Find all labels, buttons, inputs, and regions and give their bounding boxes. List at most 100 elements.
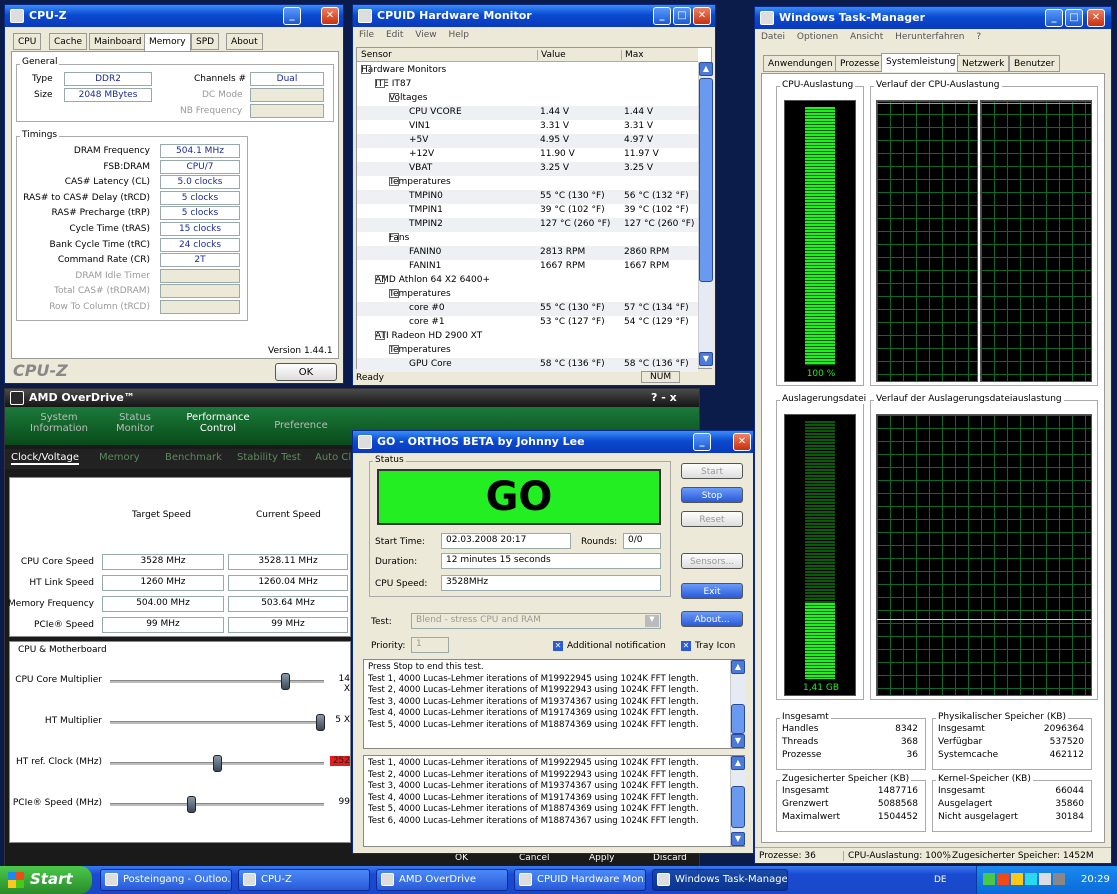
minimize-icon[interactable]: _: [1045, 9, 1063, 27]
col-max[interactable]: Max: [621, 50, 644, 60]
close-icon[interactable]: ✕: [733, 433, 751, 451]
scroll-up-icon[interactable]: ▲: [731, 756, 745, 770]
sensor-row[interactable]: AMD Athlon 64 X2 6400+: [357, 274, 698, 288]
slider-handle[interactable]: [187, 796, 196, 813]
sensor-row[interactable]: TMPIN2 127 °C (260 °F) 127 °C (260 °F): [357, 218, 698, 232]
taskmgr-titlebar[interactable]: Windows Task-Manager _ □ ✕: [755, 7, 1111, 29]
tray-icon[interactable]: [1039, 873, 1051, 885]
stop-button[interactable]: Stop: [681, 487, 743, 503]
taskbar-item-overdrive[interactable]: AMD OverDrive: [376, 869, 508, 891]
tab-systemleistung[interactable]: Systemleistung: [881, 53, 961, 72]
slider-track[interactable]: [110, 755, 324, 772]
hwmon-titlebar[interactable]: CPUID Hardware Monitor _ □ ✕: [353, 5, 715, 27]
cpuz-titlebar[interactable]: CPU-Z _ ✕: [5, 5, 343, 27]
col-value[interactable]: Value: [537, 50, 566, 60]
sensors-button[interactable]: Sensors...: [681, 553, 743, 569]
sensor-row[interactable]: +12V 11.90 V 11.97 V: [357, 148, 698, 162]
tray-icon[interactable]: [1011, 873, 1023, 885]
tab-system-information[interactable]: System Information: [19, 412, 99, 434]
sensor-row[interactable]: Temperatures: [357, 176, 698, 190]
sensor-row[interactable]: ATI Radeon HD 2900 XT: [357, 330, 698, 344]
sensor-row[interactable]: CPU VCORE 1.44 V 1.44 V: [357, 106, 698, 120]
sensor-row[interactable]: +5V 4.95 V 4.97 V: [357, 134, 698, 148]
tab-about[interactable]: About: [226, 33, 263, 50]
orthos-titlebar[interactable]: GO - ORTHOS BETA by Johnny Lee _ ✕: [353, 431, 753, 453]
col-sensor[interactable]: Sensor: [361, 50, 392, 60]
close-icon[interactable]: ✕: [693, 7, 711, 25]
tray-icon[interactable]: [983, 873, 995, 885]
slider-handle[interactable]: [281, 673, 290, 690]
chevron-down-icon[interactable]: ▼: [645, 615, 659, 627]
od-discard-button[interactable]: Discard: [653, 853, 687, 863]
ok-button[interactable]: OK: [275, 363, 337, 381]
checkbox-icon[interactable]: ✕: [681, 641, 691, 651]
slider-handle[interactable]: [213, 755, 222, 772]
tab-memory[interactable]: Memory: [144, 33, 191, 52]
tab-prozesse[interactable]: Prozesse: [835, 55, 885, 72]
sensor-row[interactable]: Fans: [357, 232, 698, 246]
sensor-row[interactable]: Temperatures: [357, 288, 698, 302]
sensor-row[interactable]: FANIN1 1667 RPM 1667 RPM: [357, 260, 698, 274]
reset-button[interactable]: Reset: [681, 511, 743, 527]
tab-mainboard[interactable]: Mainboard: [89, 33, 147, 50]
tab-benutzer[interactable]: Benutzer: [1009, 55, 1060, 72]
subtab-auto-clock[interactable]: Auto Cl: [315, 452, 351, 463]
menu-herunterfahren[interactable]: Herunterfahren: [895, 32, 964, 42]
minimize-icon[interactable]: _: [693, 433, 711, 451]
slider-track[interactable]: [110, 796, 324, 813]
sensor-row[interactable]: ITE IT87: [357, 78, 698, 92]
slider-track[interactable]: [110, 714, 325, 731]
maximize-icon[interactable]: □: [673, 7, 691, 25]
sensor-row[interactable]: TMPIN0 55 °C (130 °F) 56 °C (132 °F): [357, 190, 698, 204]
scroll-up-icon[interactable]: ▲: [699, 62, 713, 76]
sensor-row[interactable]: Hardware Monitors: [357, 64, 698, 78]
sensor-row[interactable]: FANIN0 2813 RPM 2860 RPM: [357, 246, 698, 260]
sensor-row[interactable]: core #0 55 °C (130 °F) 57 °C (134 °F): [357, 302, 698, 316]
scroll-thumb[interactable]: [731, 704, 745, 734]
sensor-row[interactable]: VIN1 3.31 V 3.31 V: [357, 120, 698, 134]
scroll-down-icon[interactable]: ▼: [699, 352, 713, 366]
slider-track[interactable]: [110, 673, 324, 690]
tab-anwendungen[interactable]: Anwendungen: [763, 55, 838, 72]
tab-preference[interactable]: Preference: [271, 420, 331, 431]
minimize-icon[interactable]: _: [283, 7, 301, 25]
taskbar-item-cpuz[interactable]: CPU-Z: [238, 869, 370, 891]
taskbar-item-outlook[interactable]: Posteingang - Outloo...: [100, 869, 232, 891]
tab-netzwerk[interactable]: Netzwerk: [957, 55, 1010, 72]
taskbar-item-hwmon[interactable]: CPUID Hardware Mon...: [514, 869, 646, 891]
start-button[interactable]: Start: [681, 463, 743, 479]
close-icon[interactable]: ✕: [1087, 9, 1105, 27]
menu-edit[interactable]: Edit: [386, 30, 403, 40]
tray-icon[interactable]: [997, 873, 1009, 885]
sensor-row[interactable]: TMPIN1 39 °C (102 °F) 39 °C (102 °F): [357, 204, 698, 218]
subtab-clock-voltage[interactable]: Clock/Voltage: [11, 452, 80, 465]
menu-optionen[interactable]: Optionen: [797, 32, 838, 42]
menu-ansicht[interactable]: Ansicht: [850, 32, 883, 42]
tab-status-monitor[interactable]: Status Monitor: [105, 412, 165, 434]
close-icon[interactable]: ✕: [321, 7, 339, 25]
tab-cache[interactable]: Cache: [49, 33, 87, 50]
slider-handle[interactable]: [316, 714, 325, 731]
menu-help[interactable]: Help: [448, 30, 469, 40]
menu-datei[interactable]: Datei: [761, 32, 785, 42]
log-scrollbar[interactable]: ▲ ▼: [730, 756, 745, 846]
scroll-thumb[interactable]: [699, 78, 713, 282]
language-indicator[interactable]: DE: [934, 875, 947, 885]
od-apply-button[interactable]: Apply: [589, 853, 614, 863]
scroll-thumb[interactable]: [731, 786, 745, 828]
subtab-stability-test[interactable]: Stability Test: [237, 452, 301, 463]
test-select[interactable]: Blend - stress CPU and RAM: [411, 613, 661, 629]
sensor-row[interactable]: core #1 53 °C (127 °F) 54 °C (129 °F): [357, 316, 698, 330]
tab-spd[interactable]: SPD: [191, 33, 220, 50]
sensor-row[interactable]: Temperatures: [357, 344, 698, 358]
log-scrollbar[interactable]: ▲ ▼: [730, 660, 745, 748]
sensor-row[interactable]: VBAT 3.25 V 3.25 V: [357, 162, 698, 176]
taskbar-item-taskmgr[interactable]: Windows Task-Manager: [652, 869, 788, 891]
tab-cpu[interactable]: CPU: [13, 33, 42, 50]
hwmon-scrollbar[interactable]: ▲ ▼: [698, 62, 713, 368]
start-button[interactable]: Start: [0, 866, 92, 894]
tray-icon[interactable]: [1053, 873, 1065, 885]
scroll-up-icon[interactable]: ▲: [731, 660, 745, 674]
scroll-down-icon[interactable]: ▼: [731, 832, 745, 846]
menu-view[interactable]: View: [415, 30, 436, 40]
